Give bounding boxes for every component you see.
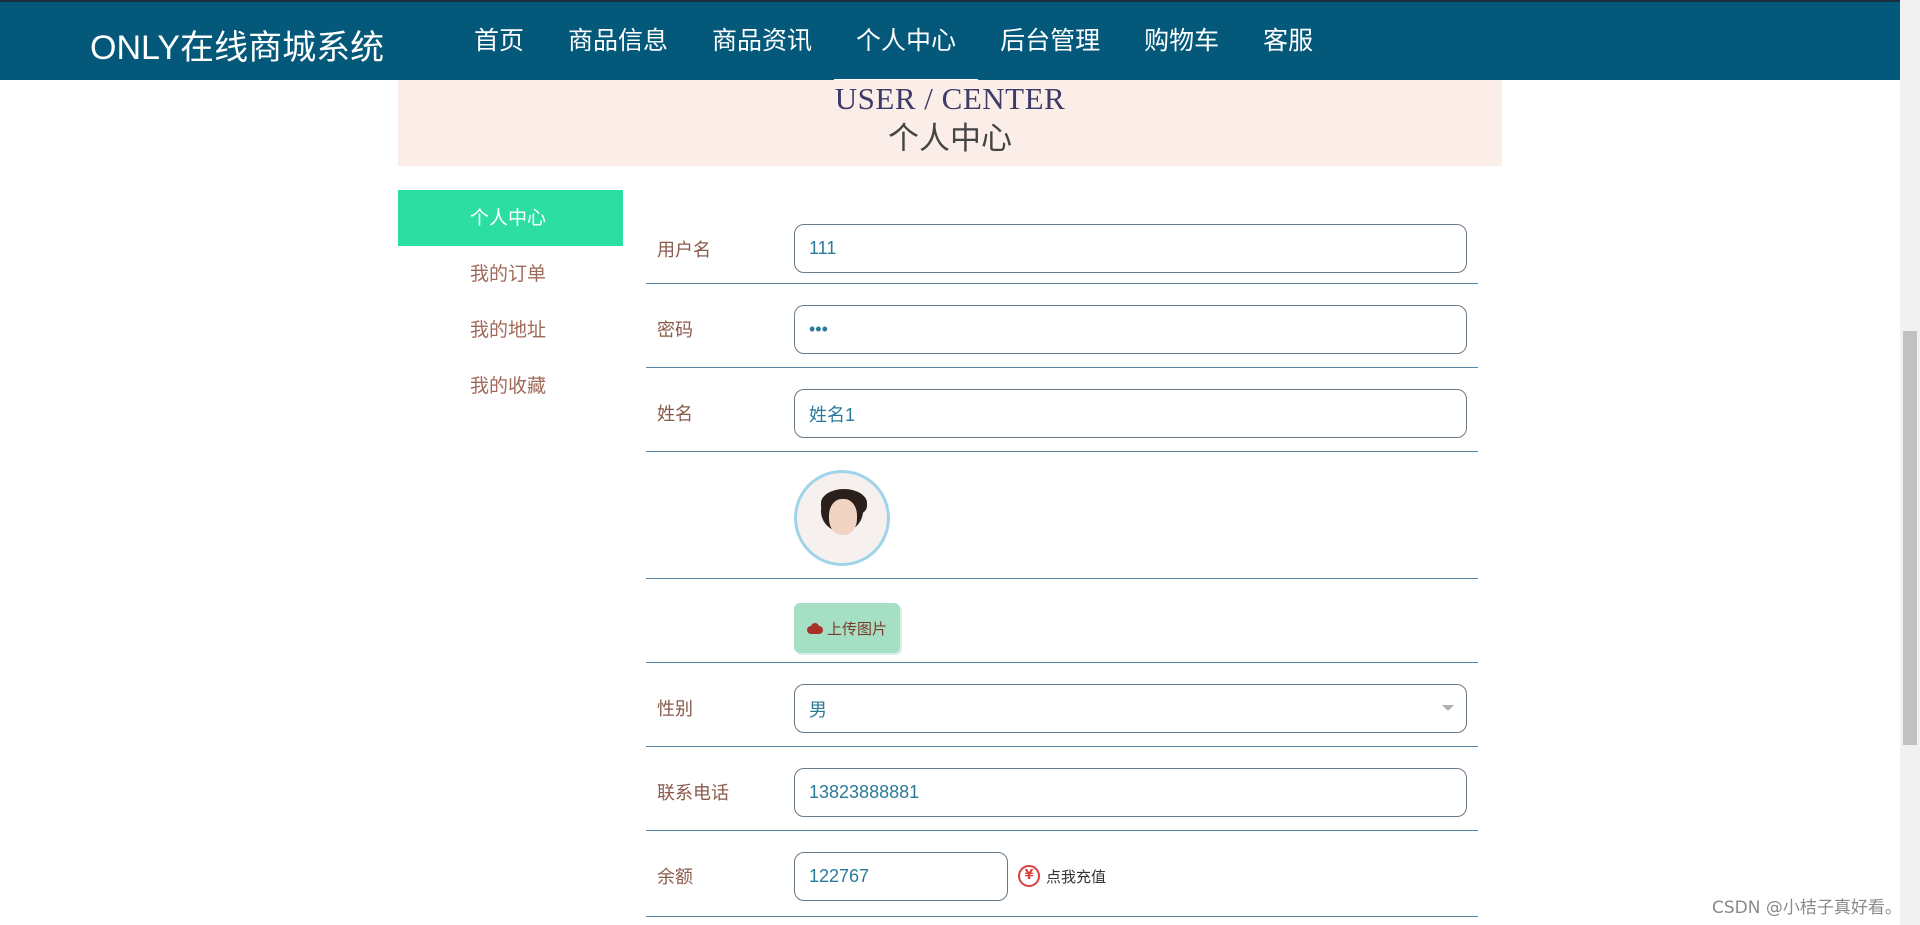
banner-title-en: USER / CENTER (834, 81, 1066, 116)
phone-label: 联系电话 (657, 783, 729, 804)
nav-admin[interactable]: 后台管理 (978, 2, 1122, 82)
cloud-upload-icon (806, 622, 823, 634)
form-row-upload: 上传图片 (646, 579, 1478, 663)
nav-service[interactable]: 客服 (1241, 2, 1335, 82)
form-row-phone: 联系电话 13823888881 (646, 747, 1478, 831)
site-brand[interactable]: ONLY在线商城系统 (90, 20, 384, 69)
nav-user-center[interactable]: 个人中心 (834, 2, 979, 82)
form-row-password: 密码 ••• (646, 284, 1478, 368)
sidebar-item-orders[interactable]: 我的订单 (398, 246, 623, 302)
nav-news[interactable]: 商品资讯 (690, 2, 834, 82)
username-label: 用户名 (657, 240, 711, 261)
watermark-text: CSDN @小桔子真好看。 (1712, 898, 1902, 918)
password-label: 密码 (657, 320, 693, 341)
balance-input[interactable]: 122767 (794, 852, 1008, 901)
main-nav: 首页 商品信息 商品资讯 个人中心 后台管理 购物车 客服 (452, 2, 1335, 82)
banner-title-zh: 个人中心 (888, 121, 1012, 156)
profile-form: 用户名 111 密码 ••• 姓名 姓名1 上传图片 性别 男 联系电话 138… (646, 210, 1478, 917)
form-row-gender: 性别 男 (646, 663, 1478, 747)
form-row-name: 姓名 姓名1 (646, 368, 1478, 452)
username-input[interactable]: 111 (794, 224, 1467, 273)
avatar-image (794, 470, 890, 566)
form-row-avatar (646, 452, 1478, 579)
sidebar-item-favorites[interactable]: 我的收藏 (398, 358, 623, 414)
gender-label: 性别 (657, 699, 693, 720)
recharge-button[interactable]: ¥ 点我充值 (1018, 865, 1106, 887)
sidebar-item-user-center[interactable]: 个人中心 (398, 190, 623, 246)
nav-cart[interactable]: 购物车 (1122, 2, 1241, 82)
upload-image-button[interactable]: 上传图片 (794, 603, 900, 653)
user-sidebar: 个人中心 我的订单 我的地址 我的收藏 (398, 190, 623, 414)
name-input[interactable]: 姓名1 (794, 389, 1467, 438)
form-row-balance: 余额 122767 ¥ 点我充值 (646, 831, 1478, 917)
gender-select[interactable]: 男 (794, 684, 1467, 733)
avatar-face (829, 499, 857, 535)
form-row-username: 用户名 111 (646, 210, 1478, 284)
page-scrollbar-thumb[interactable] (1903, 331, 1917, 745)
nav-products[interactable]: 商品信息 (546, 2, 690, 82)
password-input[interactable]: ••• (794, 305, 1467, 354)
phone-input[interactable]: 13823888881 (794, 768, 1467, 817)
sidebar-item-addresses[interactable]: 我的地址 (398, 302, 623, 358)
page-banner: USER / CENTER 个人中心 (398, 80, 1502, 166)
recharge-label: 点我充值 (1046, 867, 1107, 886)
nav-home[interactable]: 首页 (452, 2, 546, 82)
upload-image-label: 上传图片 (826, 619, 887, 638)
top-navbar: ONLY在线商城系统 首页 商品信息 商品资讯 个人中心 后台管理 购物车 客服 (0, 0, 1900, 82)
yen-icon: ¥ (1018, 865, 1040, 887)
gender-select-value: 男 (809, 699, 827, 720)
chevron-down-icon (1442, 705, 1454, 711)
balance-label: 余额 (657, 867, 693, 888)
name-label: 姓名 (657, 404, 693, 425)
